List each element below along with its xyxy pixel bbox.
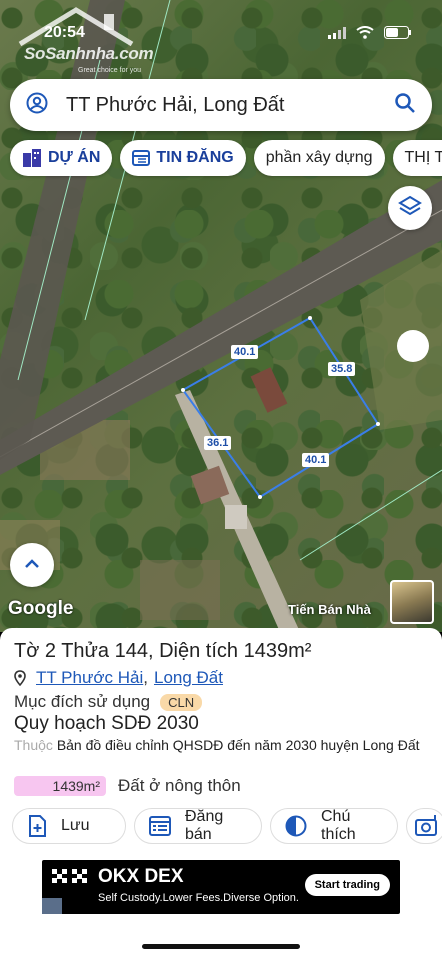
zoning-type-label: Đất ở nông thôn	[118, 776, 241, 795]
watermark-logo: SoSanhnha.com Great choice for you	[16, 6, 156, 74]
building-icon	[22, 149, 42, 167]
satellite-map[interactable]: 40.1 35.8 36.1 40.1 SoSanhnha.com Great …	[0, 0, 442, 632]
wifi-icon	[356, 26, 374, 44]
add-photo-icon	[415, 815, 439, 837]
map-control-dot[interactable]	[397, 330, 429, 362]
dim-label-right: 35.8	[328, 362, 356, 376]
post-sale-button[interactable]: Đăng bán	[134, 808, 262, 844]
dim-label-bottom: 40.1	[302, 453, 330, 467]
purpose-code-badge: CLN	[160, 693, 203, 711]
chip-market[interactable]: THỊ TRƯ	[392, 140, 442, 176]
street-view-thumbnail[interactable]	[390, 580, 434, 624]
chip-label: THỊ TRƯ	[404, 149, 442, 166]
parcel-info-panel: Tờ 2 Thửa 144, Diện tích 1439m² TT Phước…	[0, 628, 442, 960]
chip-construction[interactable]: phần xây dựng	[253, 140, 385, 176]
watermark-tagline: Great choice for you	[78, 67, 142, 74]
plan-note: Thuộc Bản đồ điều chỉnh QHSDĐ đến năm 20…	[14, 736, 424, 754]
chip-label: TIN ĐĂNG	[156, 149, 234, 166]
search-bar[interactable]: TT Phước Hải, Long Đất	[10, 79, 432, 131]
layers-icon	[398, 194, 422, 223]
chip-projects[interactable]: DỰ ÁN	[10, 140, 113, 176]
add-photo-button[interactable]	[406, 808, 442, 844]
land-use-purpose: Mục đích sử dụng CLN	[14, 692, 203, 712]
post-sale-label: Đăng bán	[185, 808, 224, 843]
home-indicator[interactable]	[142, 944, 300, 949]
dim-label-left: 36.1	[204, 436, 232, 450]
area-value-pill: 1439m²	[14, 776, 106, 796]
map-credit: Tiến Bán Nhà	[288, 602, 371, 617]
google-logo: Google	[8, 598, 74, 619]
house-roof-icon	[18, 7, 134, 47]
save-button[interactable]: Lưu	[12, 808, 126, 844]
ad-cta-button[interactable]: Start trading	[304, 874, 390, 896]
listing-icon	[132, 150, 151, 166]
location-district-link[interactable]: Long Đất	[154, 668, 223, 688]
ad-subtitle: Self Custody.Lower Fees.Diverse Option.	[98, 892, 299, 904]
legend-label: Chú thích	[321, 808, 356, 843]
filter-chips: DỰ ÁN TIN ĐĂNG phần xây dựng THỊ TRƯ	[10, 140, 442, 176]
okx-logo-icon	[52, 869, 88, 887]
search-icon[interactable]	[394, 92, 416, 119]
chip-label: phần xây dựng	[265, 149, 373, 166]
parcel-title: Tờ 2 Thửa 144, Diện tích 1439m²	[14, 640, 312, 662]
plan-note-prefix: Thuộc	[14, 737, 53, 753]
dim-label-top: 40.1	[231, 345, 259, 359]
search-input[interactable]: TT Phước Hải, Long Đất	[66, 94, 394, 117]
chevron-up-icon	[23, 556, 41, 574]
account-icon[interactable]	[26, 92, 48, 119]
add-document-icon	[27, 815, 47, 837]
ad-choices-icon[interactable]	[42, 898, 62, 914]
save-label: Lưu	[61, 817, 90, 834]
parcel-location: TT Phước Hải , Long Đất	[14, 668, 223, 688]
listing-icon	[149, 816, 171, 836]
location-separator: ,	[143, 668, 148, 687]
chip-listings[interactable]: TIN ĐĂNG	[120, 140, 246, 176]
legend-button[interactable]: Chú thích	[270, 808, 398, 844]
plan-title: Quy hoạch SDĐ 2030	[14, 713, 199, 734]
action-buttons: Lưu Đăng bán Chú thích	[12, 808, 442, 844]
layers-button[interactable]	[388, 186, 432, 230]
location-town-link[interactable]: TT Phước Hải	[36, 668, 143, 688]
plan-note-text: Bản đồ điều chỉnh QHSDĐ đến năm 2030 huy…	[56, 737, 420, 753]
chip-label: DỰ ÁN	[48, 149, 101, 166]
ad-title: OKX DEX	[98, 866, 184, 887]
status-icons	[328, 26, 412, 44]
battery-icon	[384, 26, 412, 44]
purpose-label: Mục đích sử dụng	[14, 692, 151, 711]
ad-banner[interactable]: OKX DEX Self Custody.Lower Fees.Diverse …	[42, 860, 400, 914]
signal-icon	[328, 26, 346, 44]
location-pin-icon	[14, 670, 26, 686]
expand-up-button[interactable]	[10, 543, 54, 587]
status-time: 20:54	[44, 24, 85, 41]
zoning-area-row: 1439m² Đất ở nông thôn	[14, 776, 241, 796]
contrast-icon	[285, 815, 307, 837]
watermark-brand: SoSanhnha.com	[24, 44, 154, 63]
